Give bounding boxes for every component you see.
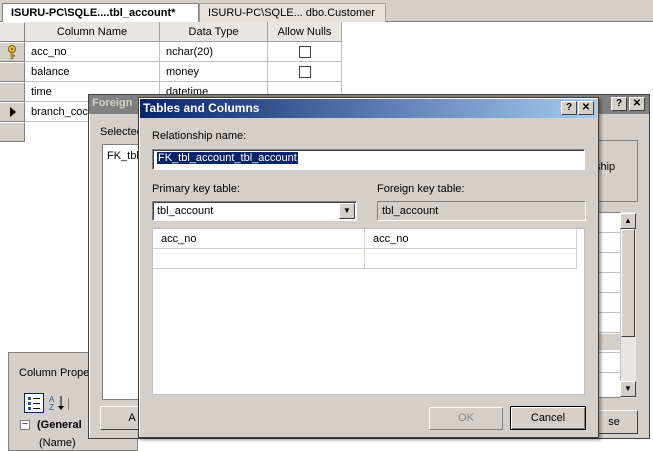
add-relationship-button[interactable]: A xyxy=(100,406,140,430)
dialog-title: Tables and Columns xyxy=(140,99,597,118)
close-icon: ✕ xyxy=(581,102,591,113)
foreign-key-table-field: tbl_account xyxy=(377,201,586,221)
relationship-name-label: Relationship name: xyxy=(152,130,247,142)
data-type-cell[interactable]: money xyxy=(160,62,268,82)
grid-corner xyxy=(0,22,25,42)
fk-help-button[interactable]: ? xyxy=(611,97,627,111)
cancel-button[interactable]: Cancel xyxy=(510,406,586,430)
help-button[interactable]: ? xyxy=(561,101,577,115)
name-property-label: (Name) xyxy=(39,437,76,449)
grid-header-row: Column Name Data Type Allow Nulls xyxy=(0,22,342,42)
pk-column-cell[interactable] xyxy=(153,249,365,269)
pk-column-cell[interactable]: acc_no xyxy=(153,229,365,249)
relationship-name-input[interactable]: FK_tbl_account_tbl_account xyxy=(152,149,585,170)
categorized-icon xyxy=(28,397,40,410)
table-row[interactable]: balance money xyxy=(0,62,342,82)
primary-key-table-select[interactable]: tbl_account xyxy=(152,201,357,221)
sort-letter-z: Z xyxy=(49,403,54,412)
collapse-icon[interactable]: − xyxy=(20,420,30,430)
column-name-cell[interactable]: balance xyxy=(25,62,160,82)
tab-tbl-account[interactable]: ISURU-PC\SQLE....tbl_account* xyxy=(2,3,199,23)
row-selector[interactable] xyxy=(0,62,25,82)
scroll-up-button[interactable]: ▲ xyxy=(620,213,636,229)
table-row[interactable]: acc_no nchar(20) xyxy=(0,42,342,62)
row-selector[interactable] xyxy=(0,42,25,62)
selected-relationship-label: Selected xyxy=(100,126,143,138)
tab-customer[interactable]: ISURU-PC\SQLE... dbo.Customer xyxy=(199,3,386,22)
relationship-name-value: FK_tbl_account_tbl_account xyxy=(157,152,298,164)
close-button[interactable]: ✕ xyxy=(578,101,594,115)
alphabetical-sort-icon: A Z xyxy=(49,395,64,412)
scroll-thumb[interactable] xyxy=(621,229,635,337)
allow-nulls-header[interactable]: Allow Nulls xyxy=(268,22,342,42)
primary-key-table-value: tbl_account xyxy=(157,205,214,217)
row-selector[interactable] xyxy=(0,122,25,142)
row-selector[interactable] xyxy=(0,102,25,122)
categorized-view-button[interactable] xyxy=(24,393,44,413)
relationship-list-item[interactable]: FK_tbl xyxy=(107,150,139,162)
data-type-cell[interactable]: nchar(20) xyxy=(160,42,268,62)
column-name-cell[interactable]: acc_no xyxy=(25,42,160,62)
ok-button[interactable]: OK xyxy=(429,407,503,430)
scroll-down-button[interactable]: ▼ xyxy=(620,381,636,397)
toolbar-separator xyxy=(68,398,69,410)
data-type-header[interactable]: Data Type xyxy=(160,22,268,42)
primary-key-icon xyxy=(8,45,16,60)
column-name-header[interactable]: Column Name xyxy=(25,22,160,42)
foreign-key-table-value: tbl_account xyxy=(382,205,439,217)
fk-column-cell[interactable] xyxy=(365,249,577,269)
general-section-label: (General xyxy=(37,419,82,431)
row-selector[interactable] xyxy=(0,82,25,102)
close-button-label: se xyxy=(608,416,620,428)
fk-column-cell[interactable]: acc_no xyxy=(365,229,577,249)
alphabetical-view-button[interactable]: A Z xyxy=(47,393,67,413)
primary-key-table-label: Primary key table: xyxy=(152,183,241,195)
current-row-arrow-icon xyxy=(10,107,16,117)
foreign-key-table-label: Foreign key table: xyxy=(377,183,465,195)
column-properties-title: Column Proper xyxy=(19,367,93,379)
relationship-list[interactable]: FK_tbl xyxy=(102,144,142,400)
chevron-down-icon[interactable]: ▼ xyxy=(339,203,355,219)
fk-close-button[interactable]: ✕ xyxy=(629,97,645,111)
allow-nulls-checkbox[interactable] xyxy=(299,46,311,58)
add-button-label: A xyxy=(128,412,136,424)
close-icon: ✕ xyxy=(632,98,642,109)
allow-nulls-checkbox[interactable] xyxy=(299,66,311,78)
